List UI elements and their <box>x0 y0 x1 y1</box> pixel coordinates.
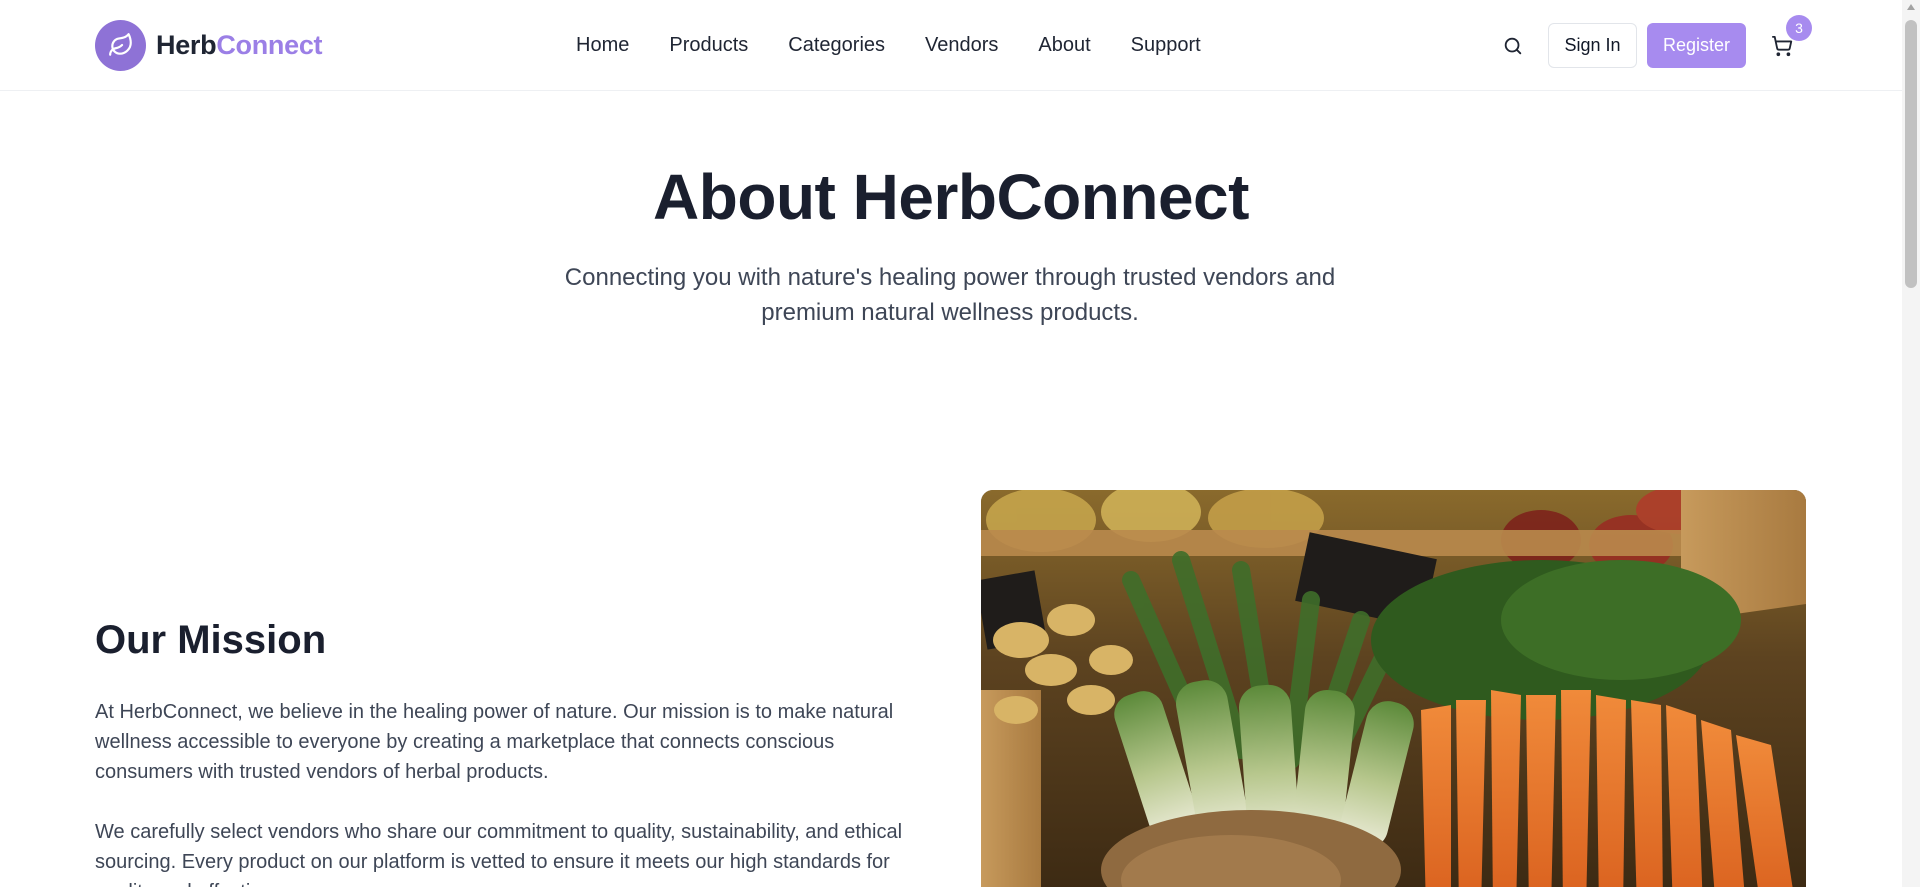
site-header: HerbConnect Home Products Categories Ven… <box>0 0 1902 91</box>
nav-vendors[interactable]: Vendors <box>925 34 998 57</box>
search-icon <box>1504 37 1522 55</box>
page-scrollbar[interactable] <box>1902 0 1920 887</box>
logo-text-herb: Herb <box>156 29 217 60</box>
register-button[interactable]: Register <box>1647 23 1746 68</box>
logo-text: HerbConnect <box>156 29 323 61</box>
nav-home[interactable]: Home <box>576 34 629 57</box>
page-subtitle: Connecting you with nature's healing pow… <box>564 264 1336 326</box>
nav-products[interactable]: Products <box>669 34 748 57</box>
market-vegetables-photo <box>981 490 1806 887</box>
logo[interactable]: HerbConnect <box>95 19 323 71</box>
search-button[interactable] <box>1500 33 1526 59</box>
nav-about[interactable]: About <box>1038 34 1090 57</box>
sign-in-button[interactable]: Sign In <box>1548 23 1637 68</box>
nav-categories[interactable]: Categories <box>788 34 885 57</box>
leaf-icon <box>95 19 146 71</box>
page-title: About HerbConnect <box>653 161 1249 233</box>
nav-support[interactable]: Support <box>1131 34 1201 57</box>
shopping-cart-icon <box>1771 35 1793 57</box>
main-nav: Home Products Categories Vendors About S… <box>576 30 1241 60</box>
cart-count-badge: 3 <box>1786 15 1812 41</box>
mission-paragraph-1: At HerbConnect, we believe in the healin… <box>95 701 894 783</box>
logo-text-connect: Connect <box>216 29 323 60</box>
mission-heading: Our Mission <box>95 618 327 662</box>
mission-paragraph-2: We carefully select vendors who share ou… <box>95 821 903 887</box>
scroll-thumb[interactable] <box>1905 20 1917 288</box>
scroll-up-arrow-icon[interactable] <box>1907 4 1915 10</box>
